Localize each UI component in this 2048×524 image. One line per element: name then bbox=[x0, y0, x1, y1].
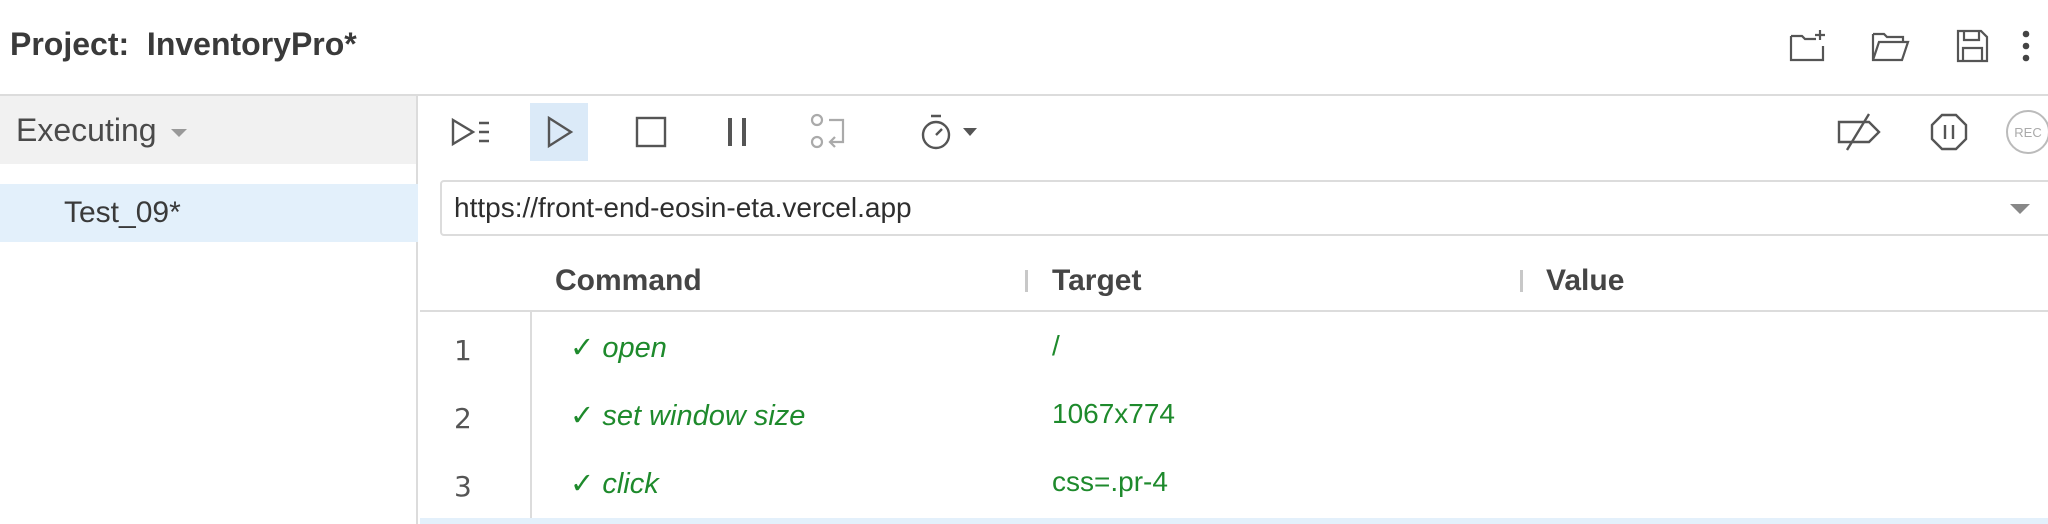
command-cell: ✓ open bbox=[570, 330, 667, 365]
test-sidebar: Executing Test_09* bbox=[0, 96, 418, 524]
suite-dropdown-label: Executing bbox=[16, 111, 157, 148]
command-cell: ✓ click bbox=[570, 466, 659, 501]
command-text: open bbox=[602, 332, 667, 364]
row-number: 1 bbox=[454, 334, 472, 367]
check-icon: ✓ bbox=[570, 330, 595, 364]
row-number: 3 bbox=[454, 470, 472, 503]
more-vertical-icon[interactable] bbox=[2016, 22, 2036, 70]
suite-dropdown[interactable]: Executing bbox=[0, 96, 416, 164]
new-folder-icon[interactable] bbox=[1784, 22, 1832, 70]
target-cell: css=.pr-4 bbox=[1052, 466, 1168, 497]
step-over-icon[interactable] bbox=[800, 103, 858, 161]
project-title: Project: InventoryPro* bbox=[10, 26, 357, 62]
test-item-label: Test_09* bbox=[64, 196, 181, 229]
column-header-command[interactable]: Command bbox=[555, 264, 702, 298]
command-cell: ✓ set window size bbox=[570, 398, 805, 433]
check-icon: ✓ bbox=[570, 398, 595, 432]
command-text: click bbox=[602, 468, 659, 500]
pause-on-exceptions-icon[interactable] bbox=[1920, 103, 1978, 161]
target-cell: 1067x774 bbox=[1052, 398, 1176, 429]
stop-icon[interactable] bbox=[622, 103, 680, 161]
row-number: 2 bbox=[454, 402, 472, 435]
header-actions bbox=[1750, 22, 2048, 70]
check-icon: ✓ bbox=[570, 466, 595, 500]
project-header: Project: InventoryPro* bbox=[0, 0, 2048, 96]
command-text: set window size bbox=[602, 400, 806, 432]
command-table: Command Target Value 1 ✓ open / 2 ✓ set wi… bbox=[420, 250, 2048, 524]
run-current-test-icon[interactable] bbox=[530, 103, 588, 161]
record-label: REC bbox=[2014, 125, 2041, 140]
column-header-value[interactable]: Value bbox=[1546, 264, 1624, 298]
playback-toolbar: REC bbox=[420, 96, 2048, 166]
base-url-combobox[interactable]: https://front-end-eosin-eta.vercel.app bbox=[440, 180, 2048, 236]
disable-breakpoints-icon[interactable] bbox=[1830, 103, 1888, 161]
run-all-tests-icon[interactable] bbox=[442, 103, 500, 161]
test-item[interactable]: Test_09* bbox=[0, 184, 418, 242]
table-row[interactable]: 1 ✓ open / bbox=[420, 314, 2048, 382]
table-row[interactable]: 2 ✓ set window size 1067x774 bbox=[420, 382, 2048, 450]
column-resize-handle[interactable] bbox=[1025, 270, 1028, 292]
base-url-value: https://front-end-eosin-eta.vercel.app bbox=[454, 192, 912, 223]
record-icon[interactable]: REC bbox=[2004, 103, 2048, 161]
table-row[interactable]: 3 ✓ click css=.pr-4 bbox=[420, 450, 2048, 518]
next-row-highlight bbox=[420, 518, 2048, 524]
open-folder-icon[interactable] bbox=[1866, 22, 1914, 70]
table-header: Command Target Value bbox=[420, 250, 2048, 312]
column-header-target[interactable]: Target bbox=[1052, 264, 1141, 298]
chevron-down-icon[interactable] bbox=[2010, 204, 2030, 214]
save-icon[interactable] bbox=[1948, 22, 1996, 70]
chevron-down-icon bbox=[170, 129, 187, 137]
pause-icon[interactable] bbox=[708, 103, 766, 161]
speed-timer-icon[interactable] bbox=[906, 103, 986, 161]
column-resize-handle[interactable] bbox=[1520, 270, 1523, 292]
target-cell: / bbox=[1052, 330, 1060, 361]
